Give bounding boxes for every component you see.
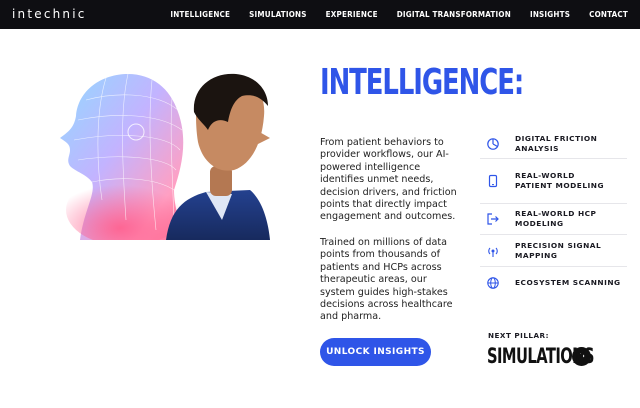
unlock-insights-button[interactable]: UNLOCK INSIGHTS <box>320 338 431 366</box>
feature-label: REAL-WORLD HCP MODELING <box>515 209 597 228</box>
signal-icon <box>488 247 498 257</box>
logo[interactable]: intechnic <box>12 7 87 21</box>
feature-list: DIGITAL FRICTION ANALYSIS REAL-WORLD PAT… <box>480 129 627 299</box>
nav-item-simulations[interactable]: SIMULATIONS <box>249 10 307 19</box>
nav-item-insights[interactable]: INSIGHTS <box>530 10 570 19</box>
feature-label: DIGITAL FRICTION ANALYSIS <box>515 133 598 153</box>
feature-precision-signal-mapping[interactable]: PRECISION SIGNAL MAPPING <box>480 235 627 267</box>
next-pillar-label: NEXT PILLAR: <box>488 331 549 340</box>
nav-item-digital-transformation[interactable]: DIGITAL TRANSFORMATION <box>397 10 511 19</box>
feature-label: PRECISION SIGNAL MAPPING <box>515 240 602 260</box>
detail-paragraph: Trained on millions of data points from … <box>320 237 453 323</box>
nav-item-contact[interactable]: CONTACT <box>589 10 628 19</box>
globe-icon <box>487 277 499 289</box>
intro-paragraph: From patient behaviors to provider workf… <box>320 137 457 223</box>
pie-chart-icon <box>487 137 499 150</box>
page-title: INTELLIGENCE: <box>320 62 524 103</box>
feature-ecosystem-scanning[interactable]: ECOSYSTEM SCANNING <box>480 267 627 299</box>
next-pillar-link[interactable]: SIMULATIONS <box>487 344 595 368</box>
exit-arrow-icon <box>487 213 499 225</box>
next-pillar-title[interactable]: SIMULATIONS <box>487 344 595 368</box>
hero-image <box>60 73 270 240</box>
phone-icon <box>488 174 498 188</box>
feature-real-world-patient-modeling[interactable]: REAL-WORLD PATIENT MODELING <box>480 159 627 204</box>
feature-label: ECOSYSTEM SCANNING <box>515 278 621 287</box>
feature-real-world-hcp-modeling[interactable]: REAL-WORLD HCP MODELING <box>480 204 627 235</box>
top-nav: intechnic INTELLIGENCE SIMULATIONS EXPER… <box>0 0 640 29</box>
nav-item-intelligence[interactable]: INTELLIGENCE <box>170 10 230 19</box>
nav-item-experience[interactable]: EXPERIENCE <box>326 10 378 19</box>
nav-links: INTELLIGENCE SIMULATIONS EXPERIENCE DIGI… <box>151 0 628 29</box>
feature-label: REAL-WORLD PATIENT MODELING <box>515 171 605 190</box>
feature-digital-friction-analysis[interactable]: DIGITAL FRICTION ANALYSIS <box>480 129 627 159</box>
